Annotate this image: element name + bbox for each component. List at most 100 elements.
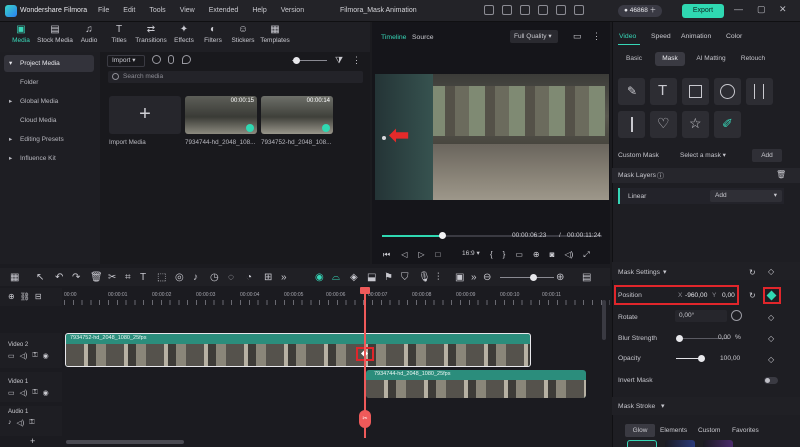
account-icon[interactable] xyxy=(574,5,584,15)
render-preview-icon[interactable]: ⬓ xyxy=(367,272,376,283)
menu-tools[interactable]: Tools xyxy=(149,7,165,14)
scrubber-handle[interactable] xyxy=(439,232,446,239)
color-icon[interactable]: ◎ xyxy=(175,272,184,283)
sidebar-item-influence-kit[interactable]: ▸ Influence Kit xyxy=(4,150,94,167)
play-icon[interactable]: ▷ xyxy=(418,250,424,260)
tab-video[interactable]: Video xyxy=(619,33,636,40)
ratio-dropdown[interactable]: 16:9 ▾ xyxy=(462,249,480,257)
split-icon[interactable]: ✂ xyxy=(108,272,116,283)
stroke-tab-favorites[interactable]: Favorites xyxy=(732,427,759,434)
maximize-icon[interactable]: ▢ xyxy=(757,4,766,15)
invert-mask-toggle[interactable] xyxy=(764,377,778,384)
subtab-basic[interactable]: Basic xyxy=(620,52,648,66)
step-back-icon[interactable]: ◁ xyxy=(401,250,407,260)
rotate-dial-icon[interactable] xyxy=(731,310,742,321)
lock-track-icon[interactable]: ⚿ xyxy=(29,419,34,427)
tab-color[interactable]: Color xyxy=(726,33,742,40)
position-reset-icon[interactable]: ↻ xyxy=(749,291,756,300)
tab-effects[interactable]: ✦ Effects xyxy=(172,24,196,44)
mask-linear-icon[interactable] xyxy=(618,111,645,138)
layout-icon[interactable] xyxy=(502,5,512,15)
menu-extended[interactable]: Extended xyxy=(209,7,239,14)
record-icon[interactable] xyxy=(152,55,161,64)
audio-mixer-icon[interactable]: ⫶ xyxy=(437,272,440,283)
filter-icon[interactable]: ⧩ xyxy=(335,55,343,66)
fullscreen-icon[interactable]: ⤢ xyxy=(583,250,589,260)
import-dropdown[interactable]: Import ▾ xyxy=(107,55,145,67)
glow-preset-tile[interactable] xyxy=(665,440,695,447)
video-preview[interactable]: ⬅ xyxy=(375,74,609,200)
glow-preset-tile[interactable] xyxy=(703,440,733,447)
trash-icon[interactable]: 🗑 xyxy=(776,170,786,179)
select-tool-icon[interactable]: ↖ xyxy=(36,272,44,283)
menu-version[interactable]: Version xyxy=(281,7,304,14)
opacity-slider-handle[interactable] xyxy=(698,355,705,362)
import-media-tile[interactable]: + xyxy=(109,96,181,134)
render-icon[interactable]: ▭ xyxy=(515,250,523,260)
add-track-icon[interactable]: ⊕ xyxy=(8,292,15,301)
sidebar-item-editing-presets[interactable]: ▸ Editing Presets xyxy=(4,131,94,148)
blend-mode-dropdown[interactable]: Add ▾ xyxy=(710,190,782,202)
timeline-scrollbar[interactable] xyxy=(66,440,184,444)
export-button[interactable]: Export xyxy=(682,4,724,18)
menu-help[interactable]: Help xyxy=(252,7,266,14)
crop-icon[interactable]: ⌗ xyxy=(125,272,131,283)
ai-icon[interactable]: ◌ xyxy=(228,272,234,283)
glow-preset-tile[interactable] xyxy=(627,440,657,447)
cloud-icon[interactable] xyxy=(484,5,494,15)
mask-pen-icon[interactable]: ✎ xyxy=(618,78,645,105)
timeline-clip-video-1[interactable]: 7934744-hd_2048_1080_25fps xyxy=(366,370,586,398)
keyframe-diamond-icon[interactable]: ◇ xyxy=(768,267,774,276)
speaker-icon[interactable]: ◁) xyxy=(17,419,25,427)
mark-in-icon[interactable]: { xyxy=(490,250,493,260)
transform-icon[interactable]: ⬚ xyxy=(157,272,166,283)
tab-stock-media[interactable]: ▤ Stock Media xyxy=(37,24,73,44)
eye-icon[interactable]: ◉ xyxy=(43,389,49,397)
headset-icon[interactable] xyxy=(556,5,566,15)
add-mask-button[interactable]: Add xyxy=(752,149,782,162)
media-thumbnail[interactable]: 00:00:14 xyxy=(261,96,333,134)
tab-titles[interactable]: T Titles xyxy=(108,24,130,44)
snapshot-tool-icon[interactable]: ▣ xyxy=(455,272,464,283)
tab-source-preview[interactable]: Source xyxy=(412,34,434,41)
mask-brush-icon[interactable]: ✐ xyxy=(714,111,741,138)
eye-icon[interactable]: ◉ xyxy=(43,352,49,360)
opacity-value[interactable]: 100,00 xyxy=(720,355,740,362)
more-icon[interactable]: ⋮ xyxy=(352,55,361,66)
subtab-retouch[interactable]: Retouch xyxy=(737,52,769,66)
delete-icon[interactable]: 🗑 xyxy=(90,272,103,283)
close-icon[interactable]: ✕ xyxy=(779,4,787,15)
zoom-out-icon[interactable]: ⊖ xyxy=(483,272,491,283)
mic-icon[interactable]: 🎙 xyxy=(418,272,431,283)
link-icon[interactable]: ⛓ xyxy=(20,292,30,301)
caret-down-icon[interactable]: ▾ xyxy=(663,268,667,276)
speaker-icon[interactable]: ◁) xyxy=(20,389,28,397)
credits-badge[interactable]: ● 46868 ＋ xyxy=(618,5,663,17)
tab-transitions[interactable]: ⇄ Transitions xyxy=(134,24,168,44)
search-input[interactable]: Search media xyxy=(108,71,363,83)
mark-out-icon[interactable]: } xyxy=(503,250,506,260)
camera-icon[interactable]: ◙ xyxy=(550,250,555,260)
redo-icon[interactable]: ↷ xyxy=(72,272,80,283)
stroke-tab-custom[interactable]: Custom xyxy=(698,427,720,434)
audio-track-icon[interactable]: ♪ xyxy=(8,419,12,427)
lock-icon[interactable]: ⊟ xyxy=(35,292,42,301)
snapshot-icon[interactable]: ▭ xyxy=(573,31,582,42)
menu-view[interactable]: View xyxy=(180,7,195,14)
zoom-slider-handle[interactable] xyxy=(530,274,537,281)
layout-grid-icon[interactable]: ▦ xyxy=(10,272,19,283)
stroke-tab-glow[interactable]: Glow xyxy=(625,424,655,437)
menu-file[interactable]: File xyxy=(98,7,109,14)
blur-slider-handle[interactable] xyxy=(676,335,683,342)
preview-more-icon[interactable]: ⋮ xyxy=(592,31,601,42)
prev-frame-icon[interactable]: ⏮ xyxy=(383,250,390,260)
microphone-icon[interactable] xyxy=(168,55,174,64)
video-track-icon[interactable]: ▭ xyxy=(8,389,15,397)
subtab-ai-matting[interactable]: AI Matting xyxy=(692,52,730,66)
tab-templates[interactable]: ▦ Templates xyxy=(258,24,292,44)
timeline-layout-icon[interactable]: ▤ xyxy=(582,272,591,283)
keyframe-tool-icon[interactable]: ⊞ xyxy=(264,272,272,283)
caret-down-icon[interactable]: ▾ xyxy=(661,402,665,410)
mask-rectangle-icon[interactable] xyxy=(682,78,709,105)
rotate-field[interactable]: 0,00° xyxy=(675,310,727,322)
